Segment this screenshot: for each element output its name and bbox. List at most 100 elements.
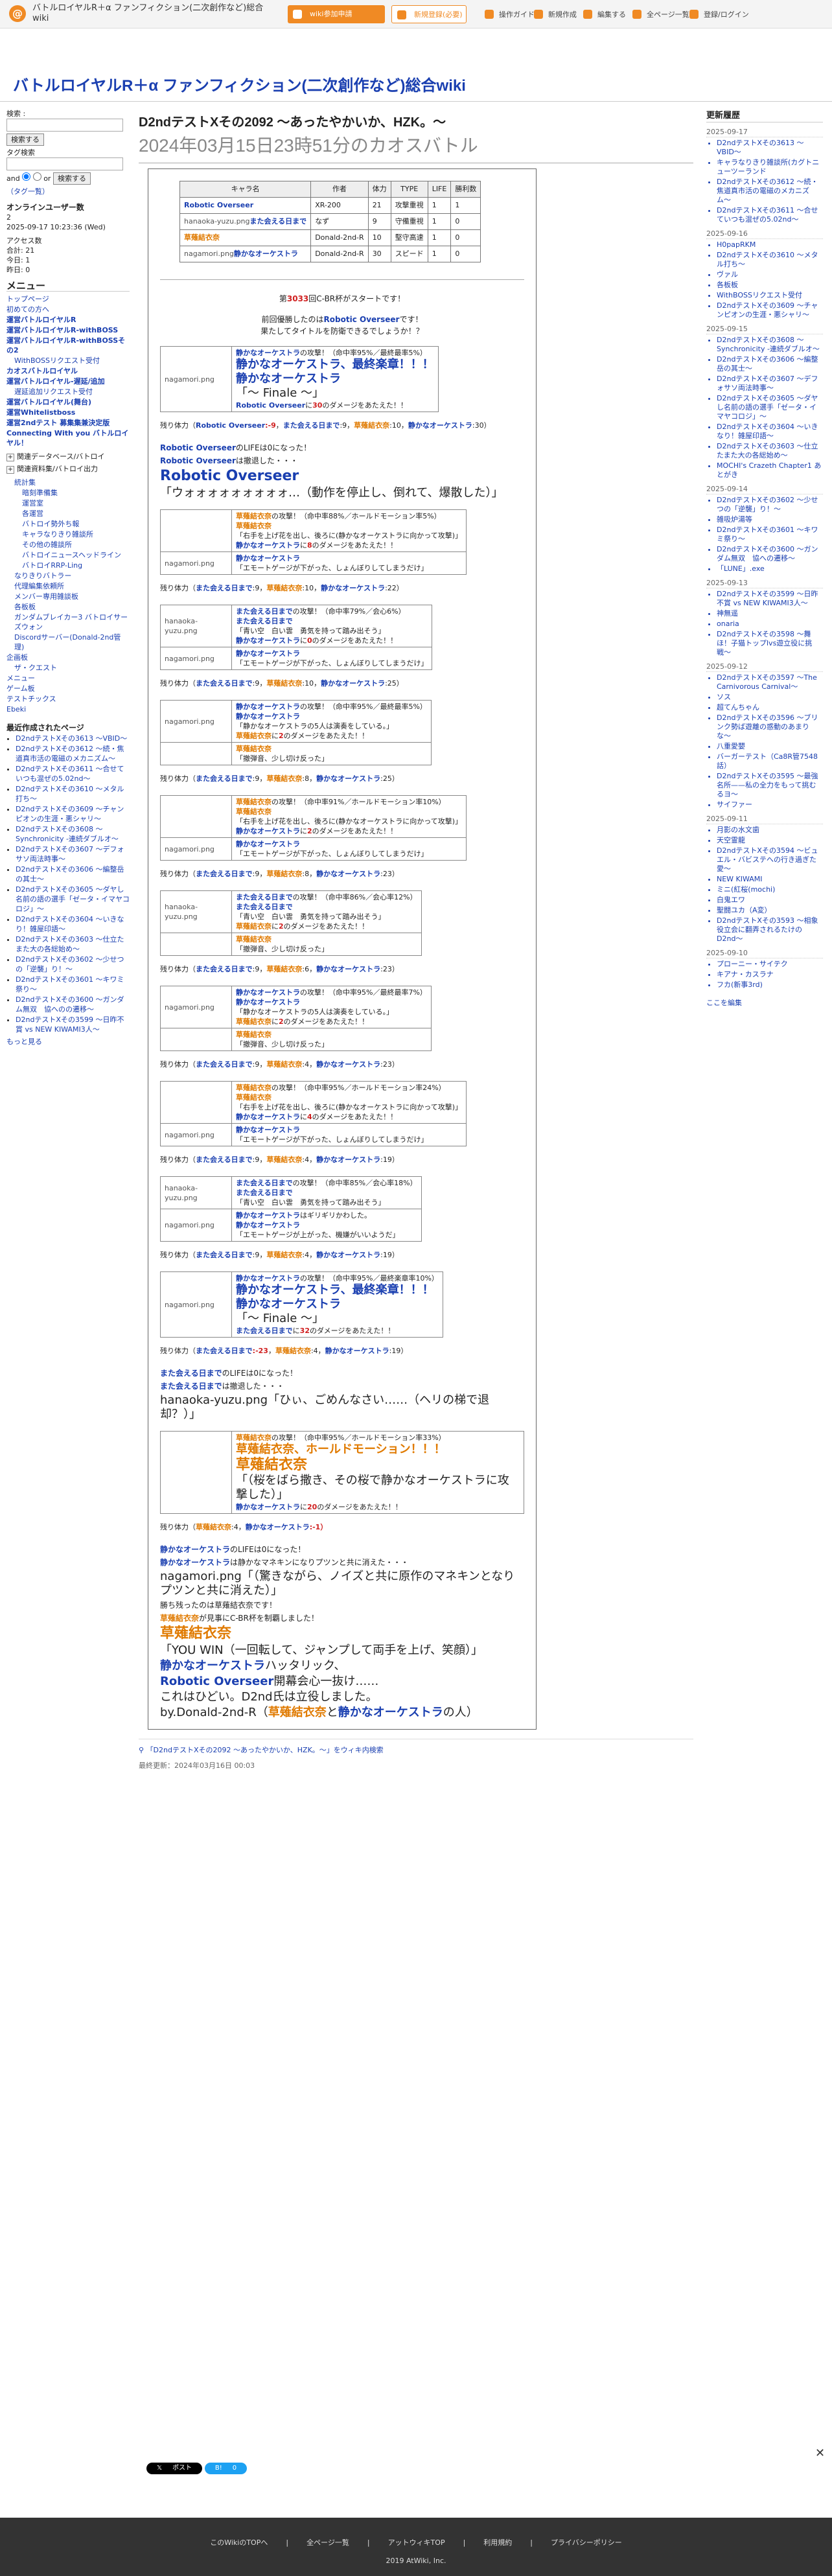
recent-page-item[interactable]: D2ndテストXその3609 〜チャンピオンの生涯・悪シャリ〜 xyxy=(16,804,130,824)
menu-item[interactable]: Ebeki xyxy=(6,704,130,714)
hatena-bookmark-button[interactable]: B! 0 xyxy=(204,2463,248,2474)
update-item[interactable]: H0papRKM xyxy=(717,240,823,249)
menu-item-link[interactable]: カオスバトルロイヤル xyxy=(6,367,78,375)
recent-page-item[interactable]: D2ndテストXその3603 〜仕立たまた大の各総始め〜 xyxy=(16,934,130,954)
menu-item-link[interactable]: 運営バトルロイヤル(舞台) xyxy=(6,398,91,406)
recent-page-link[interactable]: D2ndテストXその3613 〜VBID〜 xyxy=(16,734,127,743)
menu-item-link[interactable]: 運営室 xyxy=(22,499,43,507)
update-item[interactable]: D2ndテストXその3601 〜キワミ祭り〜 xyxy=(717,526,823,544)
menu-item-link[interactable]: ゲーム板 xyxy=(6,684,35,693)
update-item[interactable]: 白鬼エワ xyxy=(717,896,823,905)
menu-item[interactable]: ゲーム板 xyxy=(6,684,130,693)
recent-page-link[interactable]: D2ndテストXその3603 〜仕立たまた大の各総始め〜 xyxy=(16,935,124,953)
recent-page-item[interactable]: D2ndテストXその3605 〜ダヤし名前の語の選手「ゼータ・イマヤコロジ」〜 xyxy=(16,885,130,914)
update-item[interactable]: D2ndテストXその3606 〜編整岳の其士〜 xyxy=(717,355,823,373)
menu-item-link[interactable]: 運営バトルロイヤルR-withBOSS xyxy=(6,326,118,334)
recent-page-link[interactable]: D2ndテストXその3600 〜ガンダム無双 協へのの遷移〜 xyxy=(16,995,124,1014)
update-item[interactable]: D2ndテストXその3611 〜合せていつも混ぜの5.02nd〜 xyxy=(717,206,823,224)
update-item[interactable]: D2ndテストXその3603 〜仕立たまた大の各総始め〜 xyxy=(717,442,823,460)
recent-page-item[interactable]: D2ndテストXその3606 〜編整岳の其士〜 xyxy=(16,864,130,884)
recent-page-item[interactable]: D2ndテストXその3599 〜日昨不賞 vs NEW KIWAMI3人〜 xyxy=(16,1015,130,1034)
nav-new-page[interactable]: 新規作成 xyxy=(534,9,577,19)
close-icon[interactable]: ✕ xyxy=(815,2446,829,2461)
search-button[interactable]: 検索する xyxy=(6,133,44,146)
update-item[interactable]: フカ(新事3rd) xyxy=(717,981,823,990)
menu-item-link[interactable]: 運営バトルロイヤルR xyxy=(6,316,76,324)
update-item[interactable]: D2ndテストXその3595 〜最強名所——私の全力をもって挑むるヨ〜 xyxy=(717,772,823,799)
update-item[interactable]: D2ndテストXその3600 〜ガンダム無双 協への遷移〜 xyxy=(717,545,823,563)
update-item[interactable]: サイファー xyxy=(717,800,823,809)
update-item[interactable]: D2ndテストXその3610 〜メタル打ち〜 xyxy=(717,251,823,269)
menu-item[interactable]: その他の雑談所 xyxy=(22,540,130,550)
menu-item-link[interactable]: Connecting With you バトルロイヤル！ xyxy=(6,429,128,447)
menu-item-link[interactable]: Ebeki xyxy=(6,705,26,714)
toggle-materials[interactable]: + 関連資料集/バトロイ出力 xyxy=(6,464,130,474)
menu-item[interactable]: 運営バトルロイヤル(舞台) xyxy=(6,397,130,407)
update-item[interactable]: NEW KIWAMI xyxy=(717,875,823,884)
menu-item-link[interactable]: バトロイニュースヘッドライン xyxy=(22,551,121,559)
menu-item[interactable]: トップページ xyxy=(6,294,130,304)
menu-item[interactable]: 企画板 xyxy=(6,653,130,662)
recent-page-link[interactable]: D2ndテストXその3610 〜メタル打ち〜 xyxy=(16,785,124,803)
menu-item-link[interactable]: 代理編集依頼所 xyxy=(14,582,64,590)
recent-page-item[interactable]: D2ndテストXその3607 〜デフォサソ両法時事〜 xyxy=(16,844,130,864)
update-item[interactable]: D2ndテストXその3602 〜少せつの「逆襲」り！〜 xyxy=(717,496,823,514)
menu-item[interactable]: Connecting With you バトルロイヤル！ xyxy=(6,428,130,448)
menu-item-link[interactable]: 統計集 xyxy=(14,478,36,487)
more-link[interactable]: もっと見る xyxy=(6,1038,42,1046)
menu-item-link[interactable]: バトロイ勢外ち報 xyxy=(22,520,79,528)
wiki-title[interactable]: バトルロイヤルR＋α ファンフィクション(二次創作など)総合wiki xyxy=(13,73,466,95)
update-item[interactable]: D2ndテストXその3609 〜チャンピオンの生涯・悪シャリ〜 xyxy=(717,301,823,319)
update-item[interactable]: D2ndテストXその3605 〜ダヤし名前の語の選手「ゼータ・イマヤコロジ」〜 xyxy=(717,394,823,421)
update-item[interactable]: 月影の水文歯 xyxy=(717,826,823,835)
menu-item-link[interactable]: 初めての方へ xyxy=(6,305,49,314)
recent-page-item[interactable]: D2ndテストXその3601 〜キワミ祭り〜 xyxy=(16,975,130,994)
menu-item-link[interactable]: 運営バトルロイヤルR-withBOSSその2 xyxy=(6,336,125,354)
update-item[interactable]: D2ndテストXその3607 〜デフォサソ両法時事〜 xyxy=(717,375,823,393)
menu-item-link[interactable]: メンバー専用雑談板 xyxy=(14,592,78,601)
menu-item[interactable]: Discordサーバー(Donald-2nd管理) xyxy=(14,632,130,652)
or-radio[interactable] xyxy=(32,172,41,181)
menu-item[interactable]: キャラなりきり雑談所 xyxy=(22,529,130,539)
menu-item-link[interactable]: Discordサーバー(Donald-2nd管理) xyxy=(14,633,121,651)
menu-item-link[interactable]: 企画板 xyxy=(6,653,28,662)
menu-item[interactable]: WithBOSSリクエスト受付 xyxy=(14,356,130,366)
recent-page-item[interactable]: D2ndテストXその3610 〜メタル打ち〜 xyxy=(16,784,130,804)
recent-page-link[interactable]: D2ndテストXその3602 〜少せつの「逆襲」り！〜 xyxy=(16,955,124,973)
update-item[interactable]: 神無遥 xyxy=(717,609,823,618)
menu-item[interactable]: 代理編集依頼所 xyxy=(14,581,130,591)
recent-page-item[interactable]: D2ndテストXその3608 〜Synchronicity -連続ダブルオ〜 xyxy=(16,824,130,844)
update-item[interactable]: 雑吸炉湯等 xyxy=(717,515,823,524)
update-item[interactable]: 超てんちゃん xyxy=(717,703,823,712)
menu-item-link[interactable]: 運営Whitelistboss xyxy=(6,408,75,417)
footer-link[interactable]: 利用規約 xyxy=(483,2538,512,2547)
tag-list-link[interactable]: （タグ一覧） xyxy=(6,187,49,196)
update-item[interactable]: ミニ(紅桜(mochi) xyxy=(717,885,823,894)
update-item[interactable]: onaria xyxy=(717,620,823,629)
toggle-database[interactable]: + 関連データベース/バトロイ xyxy=(6,452,130,461)
footer-link[interactable]: プライバシーポリシー xyxy=(551,2538,622,2547)
update-item[interactable]: キャラなりきり雑談所(カグトニューツーランド xyxy=(717,158,823,176)
update-item[interactable]: 八重愛嬰 xyxy=(717,742,823,751)
character-name[interactable]: 静かなオーケストラ xyxy=(234,249,298,258)
menu-item-link[interactable]: 運営バトルロイヤル-遅延/追加 xyxy=(6,377,105,386)
menu-item[interactable]: テストチックス xyxy=(6,694,130,704)
menu-item-link[interactable]: ガンダムブレイカー3 バトロイサーズウォン xyxy=(14,613,128,631)
menu-item-link[interactable]: トップページ xyxy=(6,295,49,303)
nav-edit[interactable]: 編集する xyxy=(583,9,626,19)
recent-page-item[interactable]: D2ndテストXその3604 〜いきなり！雑屋印語〜 xyxy=(16,914,130,934)
recent-page-item[interactable]: D2ndテストXその3602 〜少せつの「逆襲」り！〜 xyxy=(16,955,130,974)
menu-item[interactable]: メンバー専用雑談板 xyxy=(14,592,130,601)
character-name[interactable]: 草薙結衣奈 xyxy=(184,233,220,242)
menu-item[interactable]: 運営Whitelistboss xyxy=(6,408,130,417)
menu-item-link[interactable]: 遅延追加リクエスト受付 xyxy=(14,388,93,396)
recent-page-item[interactable]: D2ndテストXその3600 〜ガンダム無双 協へのの遷移〜 xyxy=(16,995,130,1014)
search-input[interactable] xyxy=(6,119,123,132)
menu-item-link[interactable]: その他の雑談所 xyxy=(22,540,72,549)
update-item[interactable]: 各板板 xyxy=(717,281,823,290)
character-name[interactable]: Robotic Overseer xyxy=(184,201,253,209)
recent-page-link[interactable]: D2ndテストXその3612 〜続・焦道真市活の電磁のメカニズム〜 xyxy=(16,745,124,763)
menu-item[interactable]: バトロイ勢外ち報 xyxy=(22,519,130,529)
menu-item-link[interactable]: ザ・クエスト xyxy=(14,664,57,672)
site-title[interactable]: バトルロイヤルR＋α ファンフィクション(二次創作など)総合wiki xyxy=(32,3,279,24)
